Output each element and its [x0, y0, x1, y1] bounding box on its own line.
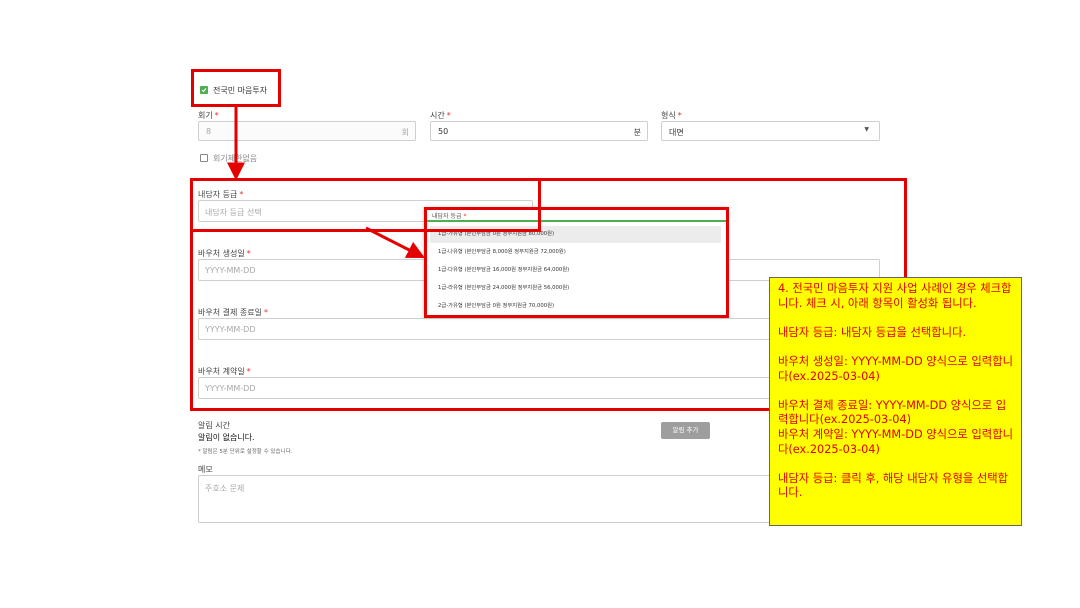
note-paragraph: 4. 전국민 마음투자 지원 사업 사례인 경우 체크합니다. 체크 시, 아래…: [778, 282, 1012, 310]
memo-label: 메모: [198, 465, 213, 474]
note-paragraph: 내담자 등급: 내담자 등급을 선택합니다.: [778, 325, 967, 339]
time-label: 시간 *: [430, 110, 451, 121]
no-session-limit-row[interactable]: 회기제한없음: [200, 153, 257, 163]
add-alarm-button[interactable]: 알림 추가: [661, 422, 710, 439]
session-count-value: 8: [206, 127, 212, 136]
required-mark: *: [677, 111, 682, 120]
session-count-label: 회기 *: [198, 110, 219, 121]
caret-down-icon: ▼: [864, 126, 869, 133]
session-count-unit: 회: [401, 128, 409, 137]
annotation-box-dropdown: [424, 207, 729, 318]
no-session-limit-label: 회기제한없음: [213, 153, 258, 163]
format-label-text: 형식: [661, 111, 676, 120]
checkbox-icon[interactable]: [200, 154, 208, 162]
required-mark: *: [446, 111, 451, 120]
note-paragraph: 바우처 생성일: YYYY-MM-DD 양식으로 입력합니다(ex.2025-0…: [778, 354, 1013, 383]
note-paragraph: 바우처 결제 종료일: YYYY-MM-DD 양식으로 입력합니다(ex.202…: [778, 398, 1007, 427]
time-input[interactable]: 50 분: [430, 121, 648, 141]
note-paragraph: 내담자 등급: 클릭 후, 해당 내담자 유형을 선택합니다.: [778, 471, 1009, 500]
memo-placeholder: 주호소 문제: [205, 484, 245, 493]
format-select[interactable]: 대면 ▼: [661, 121, 880, 141]
time-value: 50: [438, 127, 449, 136]
alarm-empty-text: 알림이 없습니다.: [198, 433, 255, 442]
format-label: 형식 *: [661, 110, 682, 121]
session-count-label-text: 회기: [198, 111, 213, 120]
alarm-label: 알림 시간: [198, 421, 230, 430]
session-count-input[interactable]: 8 회: [198, 121, 416, 141]
annotation-note: 4. 전국민 마음투자 지원 사업 사례인 경우 체크합니다. 체크 시, 아래…: [769, 277, 1022, 526]
time-unit: 분: [633, 128, 641, 137]
time-label-text: 시간: [430, 111, 445, 120]
required-mark: *: [214, 111, 219, 120]
alarm-hint: * 알림은 5분 단위로 설정할 수 있습니다.: [198, 449, 293, 455]
note-paragraph: 바우처 계약일: YYYY-MM-DD 양식으로 입력합니다(ex.2025-0…: [778, 427, 1013, 456]
format-value: 대면: [669, 128, 684, 137]
annotation-box-nationwide: [191, 69, 281, 107]
